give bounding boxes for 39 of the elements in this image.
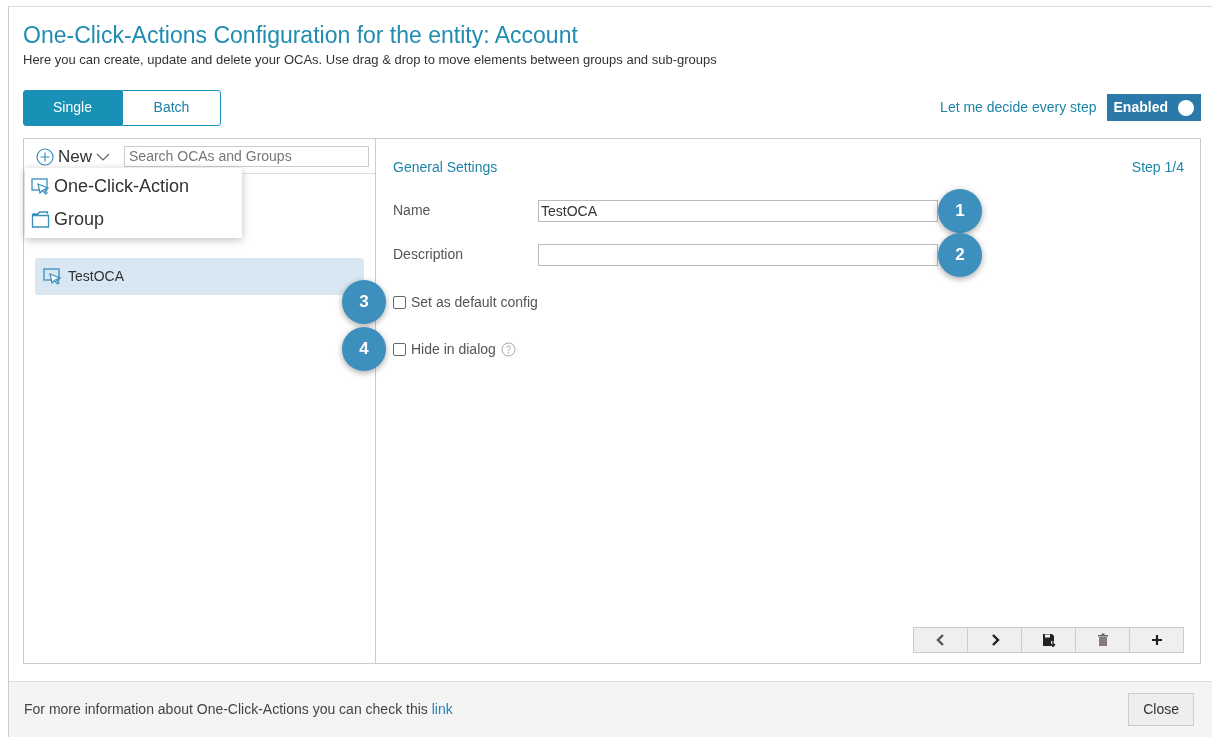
- cursor-window-icon: [31, 176, 50, 196]
- checkbox[interactable]: [393, 295, 406, 309]
- callout-number: 1: [938, 188, 982, 233]
- menu-item[interactable]: Group: [25, 202, 242, 236]
- callout-number: 3: [342, 279, 386, 324]
- step-indicator: Step 1/4: [1131, 157, 1184, 177]
- close-button[interactable]: Close: [1128, 692, 1194, 726]
- section-title: General Settings: [393, 157, 498, 177]
- chevron-down-icon: [96, 151, 110, 162]
- field-label: Name: [393, 201, 432, 221]
- add-button[interactable]: [1129, 626, 1184, 653]
- mode-tab[interactable]: Batch: [122, 89, 221, 126]
- mode-tab[interactable]: Single: [23, 89, 122, 126]
- callout-number: 2: [938, 232, 982, 277]
- delete-button[interactable]: [1075, 626, 1130, 653]
- checkbox[interactable]: [393, 342, 406, 356]
- callout-number: 4: [342, 326, 386, 371]
- footer-text: For more information about One-Click-Actions you can check this link: [24, 699, 453, 719]
- step-toggle-label: Let me decide every step: [940, 98, 1097, 118]
- menu-item[interactable]: One-Click-Action: [25, 169, 242, 203]
- folder-icon: [31, 209, 50, 229]
- plus-icon: [1149, 632, 1164, 647]
- dialog-subtitle: Here you can create, update and delete your OCAs. Use drag & drop to move elements between groups and sub-groups: [23, 51, 718, 70]
- text-field[interactable]: [538, 243, 938, 266]
- text-field[interactable]: TestOCA: [538, 199, 938, 222]
- save-button[interactable]: [1021, 626, 1076, 653]
- dialog-title: One-Click-Actions Configuration for the entity: Account: [23, 23, 579, 49]
- plus-circle-icon: [36, 147, 54, 166]
- tree-item[interactable]: TestOCA: [35, 258, 364, 296]
- save-icon: [1041, 632, 1056, 647]
- checkbox-label: Hide in dialog: [411, 339, 496, 359]
- new-button[interactable]: New: [36, 143, 110, 170]
- info-link[interactable]: link: [431, 700, 453, 717]
- trash-icon: [1095, 632, 1110, 647]
- step-toggle[interactable]: Enabled: [1106, 94, 1201, 122]
- field-label: Description: [393, 245, 465, 265]
- cursor-window-icon: [43, 267, 62, 287]
- checkbox-label: Set as default config: [411, 292, 538, 312]
- search-field[interactable]: Search OCAs and Groups: [124, 146, 369, 168]
